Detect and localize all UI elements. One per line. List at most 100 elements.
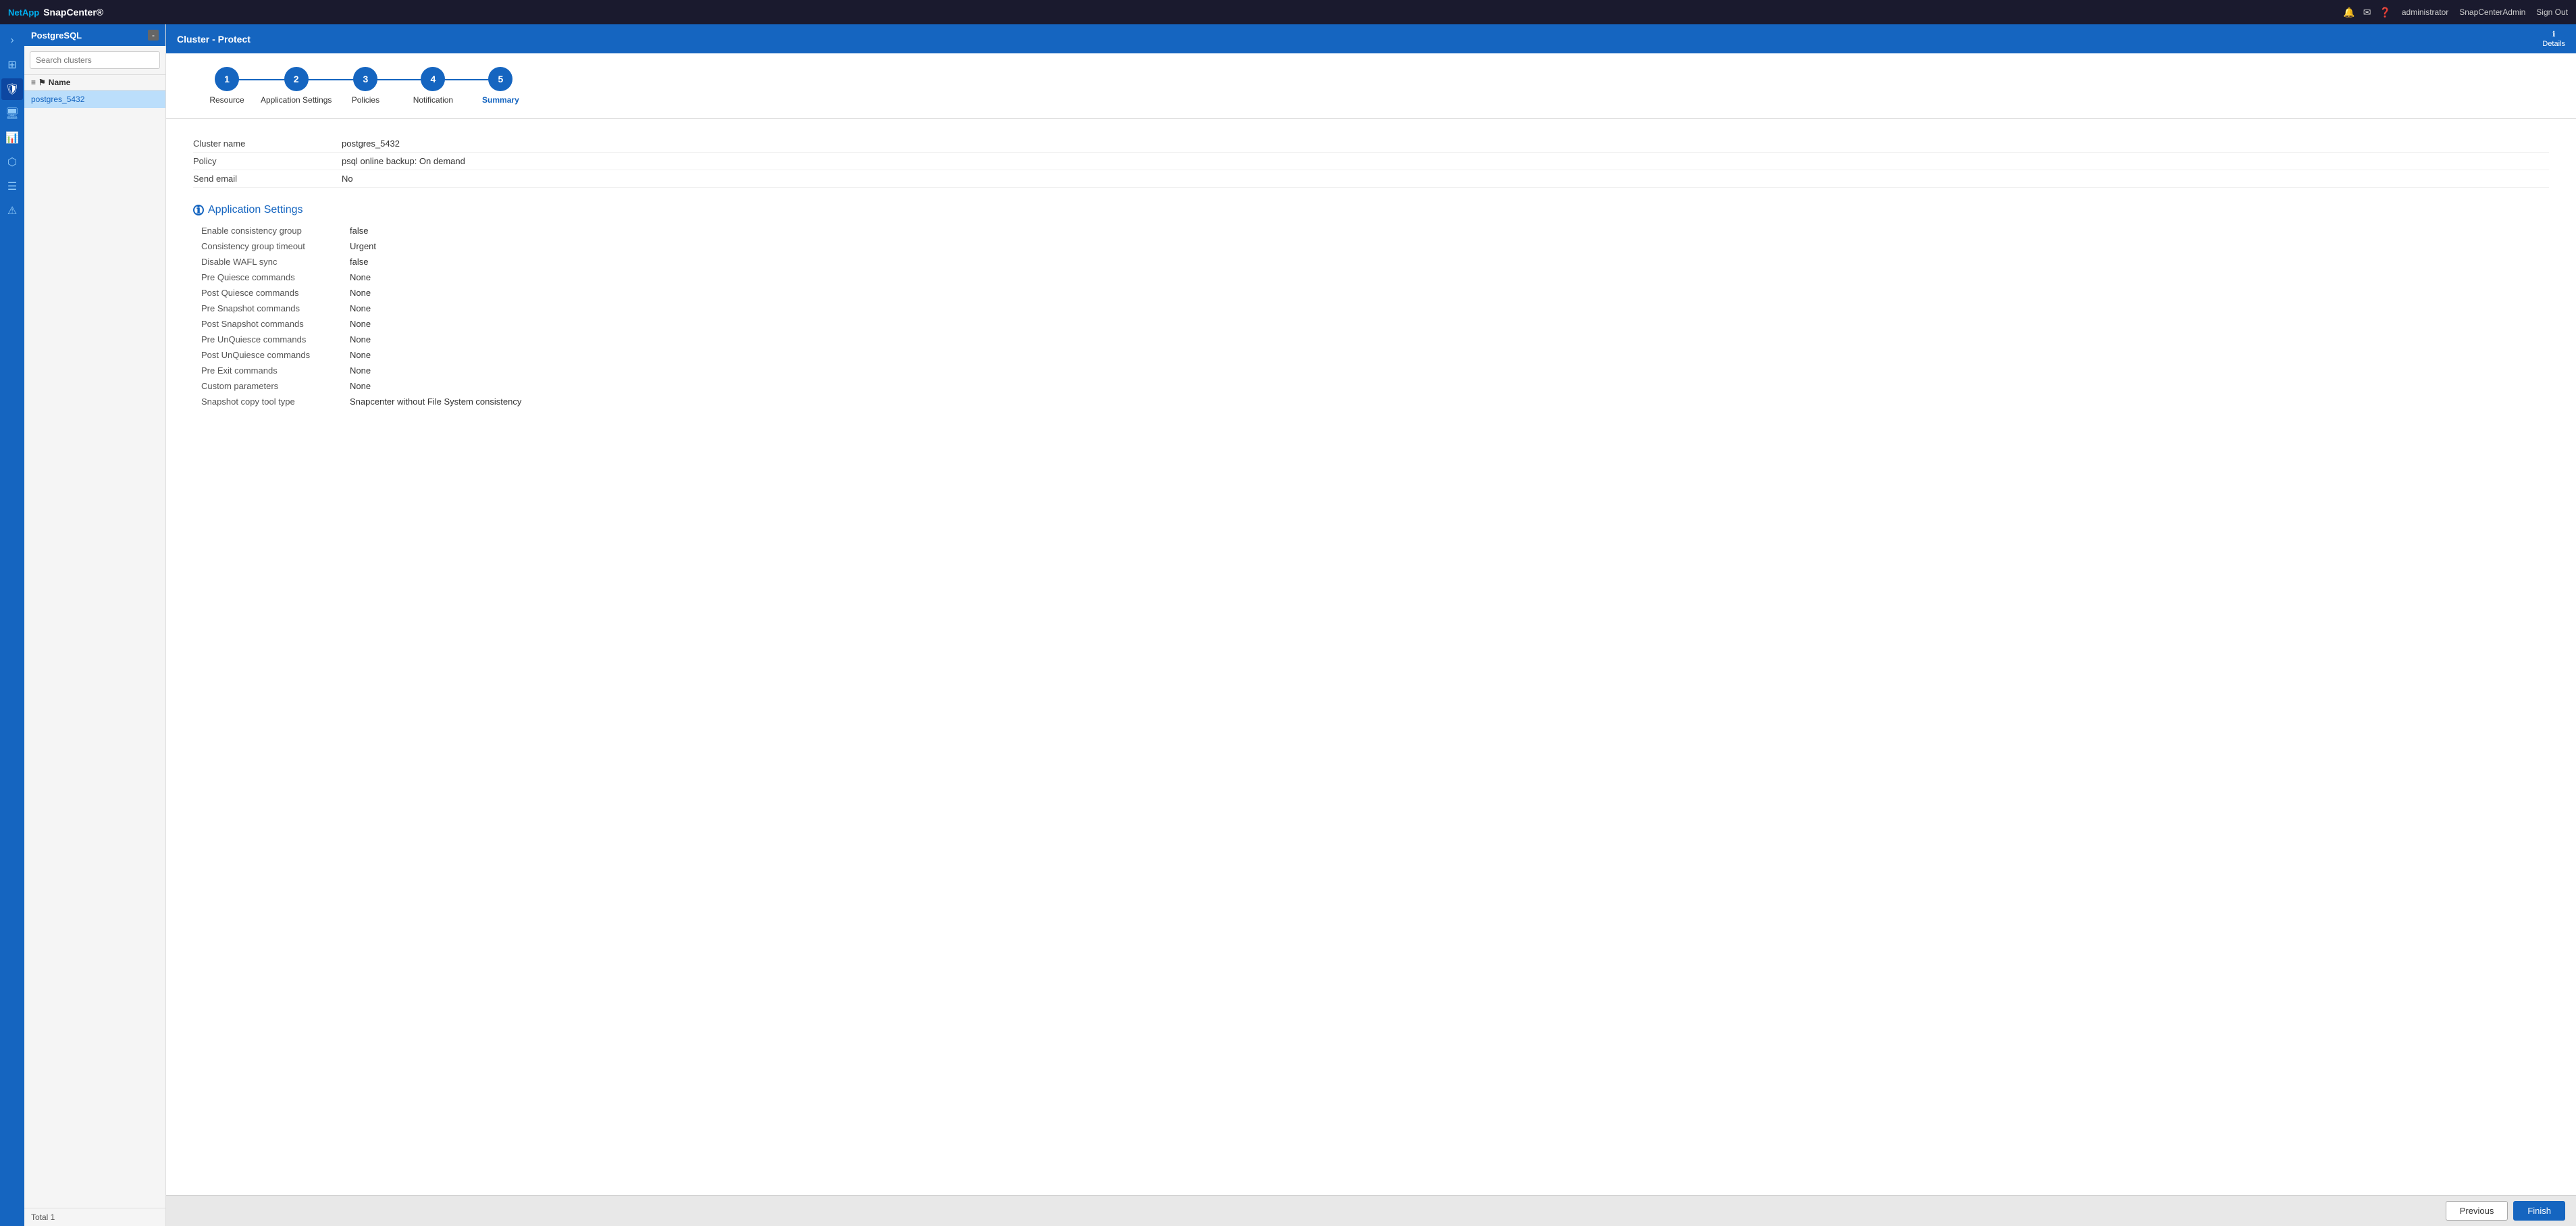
step-label-1: Resource [209, 95, 244, 105]
step-label-4: Notification [413, 95, 453, 105]
cluster-name-value: postgres_5432 [342, 138, 400, 149]
app-settings-row: Post Snapshot commands None [193, 316, 2549, 332]
step-circle-2: 2 [284, 67, 309, 91]
app-settings-section: Enable consistency group false Consisten… [193, 223, 2549, 409]
app-settings-row: Pre Exit commands None [193, 363, 2549, 378]
main-layout: › ⊞ 🛡 🖥 📊 ⬡ ☰ ⚠ PostgreSQL - ≡ ⚑ Name po… [0, 24, 2576, 1226]
content-main: Cluster name postgres_5432 Policy psql o… [166, 119, 2576, 1195]
wizard-step-2: 2 Application Settings [261, 67, 332, 105]
app-settings-row: Disable WAFL sync false [193, 254, 2549, 270]
app-settings-header[interactable]: ℹ Application Settings [193, 204, 2549, 216]
subsummary-label: Consistency group timeout [201, 241, 350, 251]
wizard-step-5: 5 Summary [467, 67, 534, 105]
content-area: Cluster - Protect ℹ Details 1 Resource 2… [166, 24, 2576, 1226]
subsummary-value: None [350, 350, 371, 360]
step-circle-4: 4 [421, 67, 445, 91]
search-input[interactable] [30, 51, 160, 69]
topbar-icons: 🔔 ✉ ❓ [2343, 7, 2391, 18]
info-icon: ℹ [2552, 30, 2555, 39]
page-title: Cluster - Protect [177, 34, 251, 45]
subsummary-value: None [350, 365, 371, 376]
nav-list[interactable]: ☰ [1, 176, 23, 197]
sidebar-search-container [24, 46, 165, 75]
nav-shield[interactable]: 🛡 [1, 78, 23, 100]
nav-dashboard[interactable]: ⊞ [1, 54, 23, 76]
subsummary-label: Pre Exit commands [201, 365, 350, 376]
subsummary-value: false [350, 226, 368, 236]
step-label-5: Summary [482, 95, 519, 105]
previous-button[interactable]: Previous [2446, 1201, 2508, 1221]
subsummary-label: Pre Quiesce commands [201, 272, 350, 282]
app-name: SnapCenter® [43, 7, 103, 18]
sidebar-footer: Total 1 [24, 1208, 165, 1226]
sidebar-collapse-btn[interactable]: - [148, 30, 159, 41]
cluster-name-row: Cluster name postgres_5432 [193, 135, 2549, 153]
sidebar-list: postgres_5432 [24, 91, 165, 1208]
step-label-2: Application Settings [261, 95, 332, 105]
step-circle-5: 5 [488, 67, 512, 91]
subsummary-label: Snapshot copy tool type [201, 397, 350, 407]
sidebar-header: PostgreSQL - [24, 24, 165, 46]
summary-section: Cluster name postgres_5432 Policy psql o… [193, 135, 2549, 188]
subsummary-label: Custom parameters [201, 381, 350, 391]
bottom-bar: Previous Finish [166, 1195, 2576, 1226]
admin-label: SnapCenterAdmin [2459, 7, 2525, 17]
subsummary-value: Snapcenter without File System consisten… [350, 397, 521, 407]
app-settings-row: Pre Quiesce commands None [193, 270, 2549, 285]
details-button[interactable]: ℹ Details [2542, 30, 2565, 48]
subsummary-label: Post Quiesce commands [201, 288, 350, 298]
nav-topology[interactable]: ⬡ [1, 151, 23, 173]
nav-expand[interactable]: › [1, 30, 23, 51]
mail-icon[interactable]: ✉ [2363, 7, 2371, 18]
flag-icon: ⚑ [38, 78, 46, 87]
send-email-row: Send email No [193, 170, 2549, 188]
nav-hosts[interactable]: 🖥 [1, 103, 23, 124]
step-label-3: Policies [352, 95, 379, 105]
icon-nav: › ⊞ 🛡 🖥 📊 ⬡ ☰ ⚠ [0, 24, 24, 1226]
step-circle-3: 3 [353, 67, 377, 91]
netapp-logo: NetApp [8, 7, 39, 18]
app-settings-row: Enable consistency group false [193, 223, 2549, 238]
finish-button[interactable]: Finish [2513, 1201, 2565, 1221]
list-icon: ≡ [31, 78, 36, 87]
subsummary-label: Disable WAFL sync [201, 257, 350, 267]
subsummary-value: None [350, 334, 371, 344]
step-circle-1: 1 [215, 67, 239, 91]
app-settings-row: Pre UnQuiesce commands None [193, 332, 2549, 347]
app-settings-info-icon: ℹ [193, 205, 204, 215]
subsummary-value: None [350, 288, 371, 298]
sidebar-col-header: ≡ ⚑ Name [24, 75, 165, 91]
subsummary-label: Enable consistency group [201, 226, 350, 236]
subsummary-label: Pre UnQuiesce commands [201, 334, 350, 344]
user-label: administrator [2402, 7, 2448, 17]
topbar: NetApp SnapCenter® 🔔 ✉ ❓ administrator S… [0, 0, 2576, 24]
send-email-value: No [342, 174, 353, 184]
signout-label[interactable]: Sign Out [2536, 7, 2568, 17]
nav-alert[interactable]: ⚠ [1, 200, 23, 222]
sidebar: PostgreSQL - ≡ ⚑ Name postgres_5432 Tota… [24, 24, 166, 1226]
policy-value: psql online backup: On demand [342, 156, 465, 166]
list-item[interactable]: postgres_5432 [24, 91, 165, 108]
wizard-step-1: 1 Resource [193, 67, 261, 105]
subsummary-label: Post UnQuiesce commands [201, 350, 350, 360]
subsummary-label: Post Snapshot commands [201, 319, 350, 329]
question-icon[interactable]: ❓ [2379, 7, 2390, 18]
app-settings-row: Consistency group timeout Urgent [193, 238, 2549, 254]
bell-icon[interactable]: 🔔 [2343, 7, 2355, 18]
subsummary-value: None [350, 319, 371, 329]
app-settings-row: Post UnQuiesce commands None [193, 347, 2549, 363]
send-email-label: Send email [193, 174, 342, 184]
subsummary-value: Urgent [350, 241, 376, 251]
app-settings-label: Application Settings [208, 204, 303, 216]
nav-reports[interactable]: 📊 [1, 127, 23, 149]
subsummary-value: false [350, 257, 368, 267]
policy-label: Policy [193, 156, 342, 166]
wizard-steps: 1 Resource 2 Application Settings 3 Poli… [166, 53, 2576, 119]
wizard-step-3: 3 Policies [332, 67, 399, 105]
name-col-label: Name [49, 78, 71, 87]
topbar-left: NetApp SnapCenter® [8, 7, 103, 18]
subsummary-value: None [350, 381, 371, 391]
app-settings-row: Snapshot copy tool type Snapcenter witho… [193, 394, 2549, 409]
policy-row: Policy psql online backup: On demand [193, 153, 2549, 170]
cluster-name-label: Cluster name [193, 138, 342, 149]
